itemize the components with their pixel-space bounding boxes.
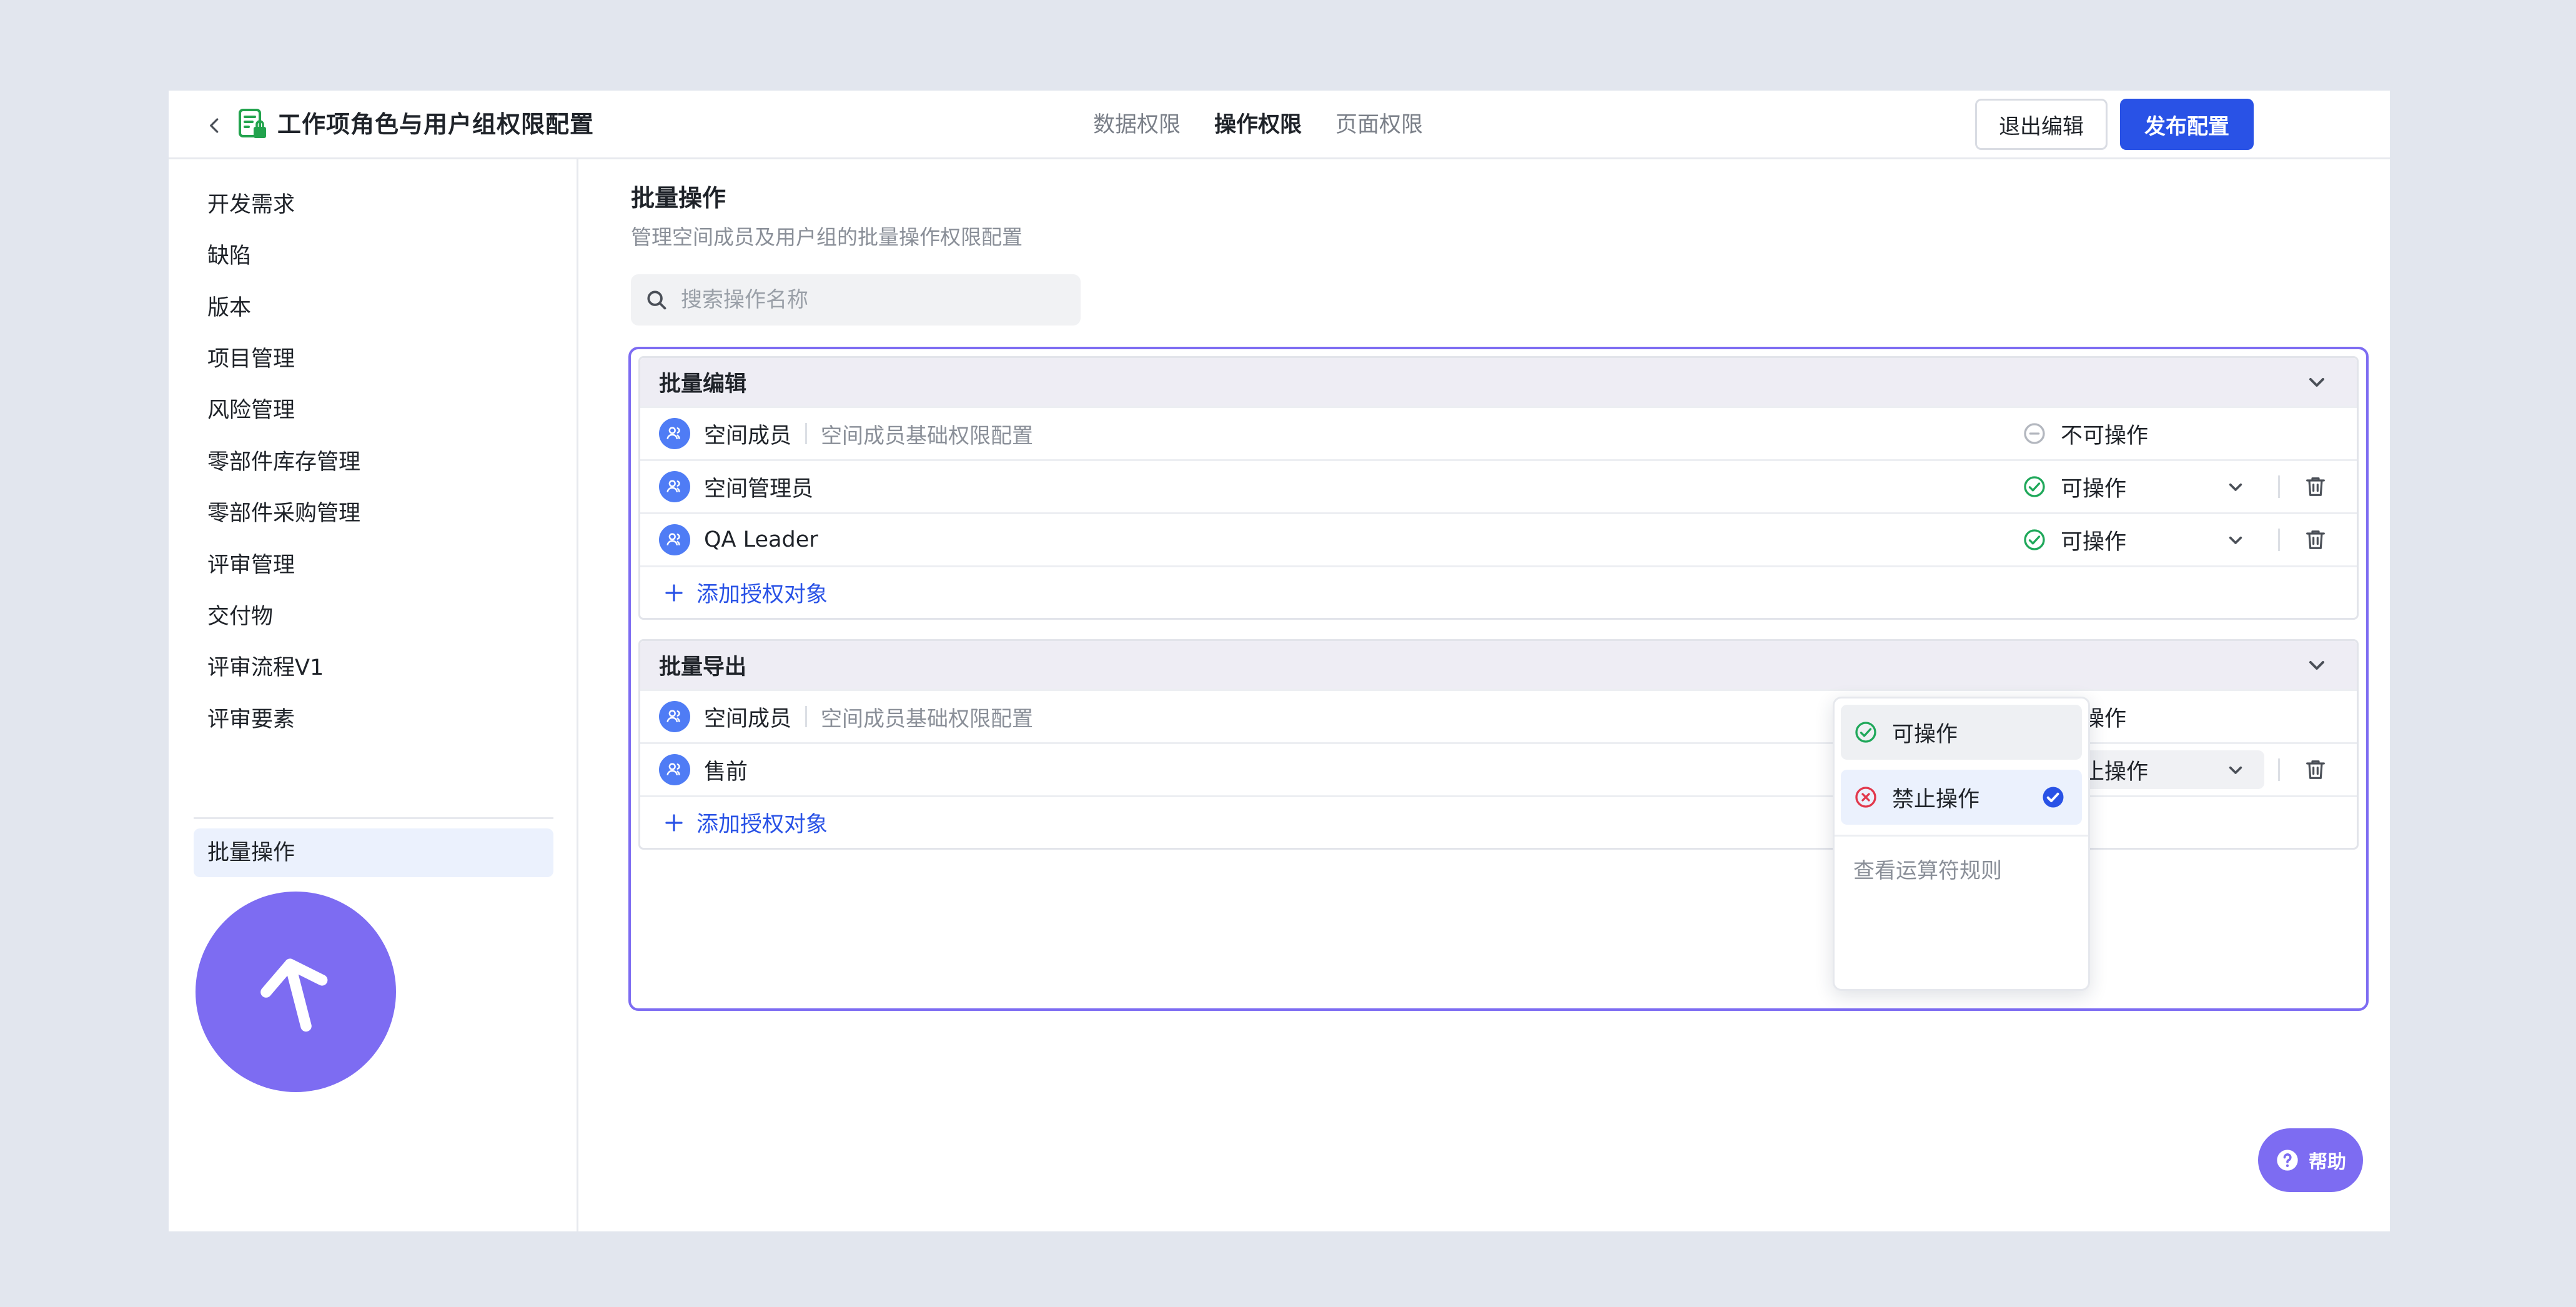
main-content: 批量操作 管理空间成员及用户组的批量操作权限配置 批量编辑 空间成员 空间成员基… bbox=[578, 159, 2390, 1231]
chevron-left-icon bbox=[210, 118, 219, 133]
tab-page-permission[interactable]: 页面权限 bbox=[1335, 109, 1423, 141]
dropdown-option-deny[interactable]: 禁止操作 bbox=[1841, 770, 2082, 825]
user-group-icon bbox=[659, 754, 690, 785]
permission-label: 不可操作 bbox=[2061, 423, 2149, 449]
permission-dropdown: 可操作 禁止操作 查看运算符规则 bbox=[1833, 697, 2090, 991]
section-title: 批量操作 bbox=[631, 184, 726, 212]
help-label: 帮助 bbox=[2309, 1151, 2346, 1173]
question-circle-icon bbox=[2277, 1150, 2298, 1171]
row-name: 空间管理员 bbox=[704, 476, 814, 502]
user-group-icon bbox=[659, 418, 690, 449]
dropdown-option-label: 禁止操作 bbox=[1892, 787, 1980, 812]
sidebar-item-version[interactable]: 版本 bbox=[194, 284, 553, 332]
search-input[interactable] bbox=[681, 287, 1068, 312]
selected-check-icon bbox=[2043, 787, 2064, 808]
sidebar-item-parts-purchasing[interactable]: 零部件采购管理 bbox=[194, 489, 553, 538]
sidebar-item-defect[interactable]: 缺陷 bbox=[194, 232, 553, 281]
page-title: 工作项角色与用户组权限配置 bbox=[277, 111, 595, 138]
permission-label: 可操作 bbox=[2061, 529, 2127, 555]
sidebar-item-review-management[interactable]: 评审管理 bbox=[194, 541, 553, 590]
minus-circle-icon bbox=[2024, 423, 2045, 444]
check-circle-icon bbox=[1855, 722, 1876, 743]
search-icon bbox=[647, 291, 666, 310]
app-window: 工作项角色与用户组权限配置 数据权限 操作权限 页面权限 退出编辑 发布配置 开… bbox=[169, 91, 2390, 1231]
sidebar-item-batch-operation[interactable]: 批量操作 bbox=[194, 828, 553, 877]
row-description: 空间成员基础权限配置 bbox=[821, 423, 1034, 449]
group-title: 批量导出 bbox=[659, 655, 747, 680]
check-circle-icon bbox=[2024, 476, 2045, 497]
row-description: 空间成员基础权限配置 bbox=[821, 706, 1034, 732]
section-description: 管理空间成员及用户组的批量操作权限配置 bbox=[631, 225, 1023, 249]
dropdown-option-allow[interactable]: 可操作 bbox=[1841, 705, 2082, 760]
chevron-down-icon bbox=[2229, 766, 2242, 774]
trash-icon bbox=[2306, 530, 2325, 549]
row-name: QA Leader bbox=[704, 527, 818, 552]
chevron-down-icon[interactable] bbox=[2304, 653, 2329, 678]
user-group-icon bbox=[659, 471, 690, 502]
chevron-down-icon[interactable] bbox=[2304, 370, 2329, 395]
delete-button[interactable] bbox=[2302, 526, 2329, 554]
add-grantee-button[interactable]: 添加授权对象 bbox=[640, 795, 2357, 848]
trash-icon bbox=[2306, 760, 2325, 779]
row-name: 售前 bbox=[704, 759, 748, 785]
permission-tabs: 数据权限 操作权限 页面权限 bbox=[1093, 109, 1423, 141]
group-header[interactable]: 批量编辑 bbox=[640, 358, 2357, 406]
tab-operation-permission[interactable]: 操作权限 bbox=[1214, 109, 1302, 141]
chevron-down-icon bbox=[2229, 483, 2242, 491]
dropdown-option-label: 可操作 bbox=[1892, 722, 1958, 747]
user-group-icon bbox=[659, 524, 690, 555]
plus-icon bbox=[665, 813, 683, 832]
trash-icon bbox=[2306, 477, 2325, 496]
scroll-to-top-button[interactable] bbox=[196, 892, 396, 1092]
add-grantee-button[interactable]: 添加授权对象 bbox=[640, 565, 2357, 618]
publish-config-button[interactable]: 发布配置 bbox=[2120, 99, 2254, 150]
table-row: 空间成员 空间成员基础权限配置 不可操作 bbox=[640, 406, 2357, 459]
search-box bbox=[631, 274, 1081, 326]
permission-status: 不可操作 bbox=[2014, 414, 2264, 453]
table-row: 空间成员 空间成员基础权限配置 可操作 bbox=[640, 689, 2357, 742]
table-row: 空间管理员 可操作 bbox=[640, 459, 2357, 512]
tab-data-permission[interactable]: 数据权限 bbox=[1093, 109, 1181, 141]
operator-rules-link[interactable]: 查看运算符规则 bbox=[1841, 855, 2082, 887]
sidebar-divider bbox=[194, 817, 553, 819]
exit-edit-button[interactable]: 退出编辑 bbox=[1975, 99, 2108, 150]
group-title: 批量编辑 bbox=[659, 372, 747, 397]
group-batch-export: 批量导出 空间成员 空间成员基础权限配置 可操作 售前 禁止操作 添加授权对象 bbox=[638, 639, 2359, 850]
permission-select[interactable]: 可操作 bbox=[2014, 467, 2264, 506]
row-name: 空间成员 bbox=[704, 706, 792, 732]
delete-button[interactable] bbox=[2302, 473, 2329, 500]
add-grantee-label: 添加授权对象 bbox=[696, 812, 828, 837]
group-header[interactable]: 批量导出 bbox=[640, 641, 2357, 689]
arrow-up-icon bbox=[260, 958, 327, 1031]
row-name: 空间成员 bbox=[704, 423, 792, 449]
user-group-icon bbox=[659, 701, 690, 732]
group-batch-edit: 批量编辑 空间成员 空间成员基础权限配置 不可操作 空间管理员 可操作 QA L… bbox=[638, 356, 2359, 620]
back-button[interactable] bbox=[200, 111, 230, 141]
permission-label: 可操作 bbox=[2061, 476, 2127, 502]
chevron-down-icon bbox=[2229, 536, 2242, 544]
sidebar: 开发需求 缺陷 版本 项目管理 风险管理 零部件库存管理 零部件采购管理 评审管… bbox=[169, 159, 578, 1231]
sidebar-item-risk-management[interactable]: 风险管理 bbox=[194, 386, 553, 435]
sidebar-item-deliverables[interactable]: 交付物 bbox=[194, 592, 553, 641]
help-button[interactable]: 帮助 bbox=[2258, 1128, 2363, 1192]
permission-select[interactable]: 可操作 bbox=[2014, 520, 2264, 559]
plus-icon bbox=[665, 584, 683, 602]
add-grantee-label: 添加授权对象 bbox=[696, 582, 828, 607]
sidebar-item-review-flow-v1[interactable]: 评审流程V1 bbox=[194, 644, 553, 692]
table-row: 售前 禁止操作 bbox=[640, 742, 2357, 795]
delete-button[interactable] bbox=[2302, 756, 2329, 783]
table-row: QA Leader 可操作 bbox=[640, 512, 2357, 565]
check-circle-icon bbox=[2024, 529, 2045, 550]
x-circle-icon bbox=[1855, 787, 1876, 808]
sidebar-item-review-elements[interactable]: 评审要素 bbox=[194, 695, 553, 744]
page-header: 工作项角色与用户组权限配置 数据权限 操作权限 页面权限 退出编辑 发布配置 bbox=[169, 91, 2390, 159]
sidebar-item-dev-requirement[interactable]: 开发需求 bbox=[194, 181, 553, 229]
document-lock-icon bbox=[239, 109, 266, 138]
sidebar-item-project-management[interactable]: 项目管理 bbox=[194, 335, 553, 384]
sidebar-item-parts-inventory[interactable]: 零部件库存管理 bbox=[194, 438, 553, 487]
